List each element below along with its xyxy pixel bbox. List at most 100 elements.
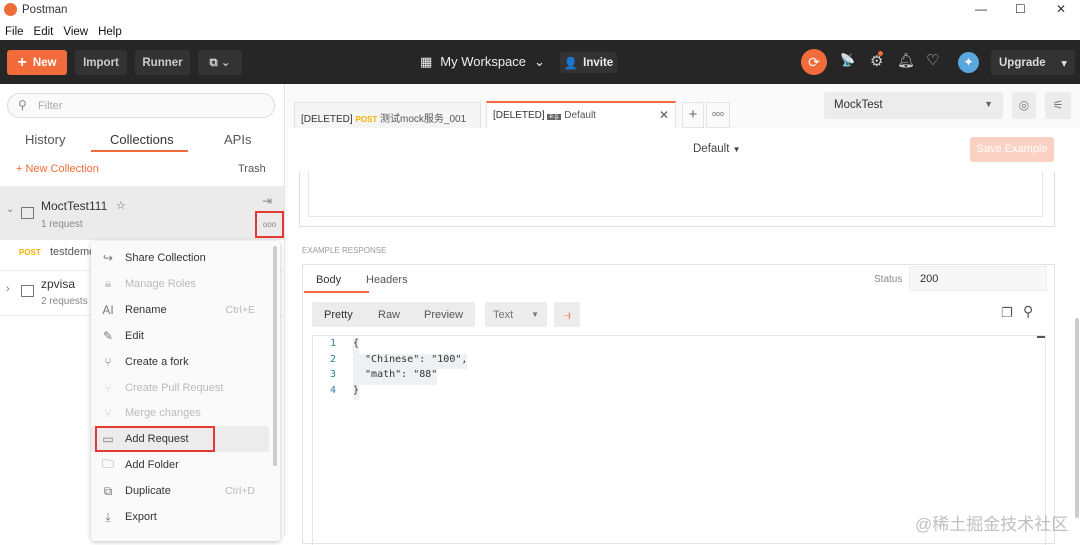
highlight-box (95, 426, 215, 453)
tab-request[interactable]: [DELETED] POST 测试mock服务_001 (294, 102, 481, 128)
menu-item-duplicate[interactable]: ⧉ Duplicate Ctrl+D (91, 478, 271, 504)
menu-file[interactable]: File (0, 20, 29, 40)
fork-icon: ⑂ (104, 354, 112, 369)
menu-item-create-pull-request: ⑂ Create Pull Request (91, 375, 271, 401)
request-body-editor[interactable] (308, 172, 1043, 217)
main-scrollbar[interactable] (1075, 318, 1079, 518)
new-button[interactable]: + New (7, 50, 67, 75)
menu-item-export[interactable]: ⤓ Export (91, 504, 271, 530)
close-button[interactable]: ✕ (1056, 2, 1066, 16)
minimize-button[interactable]: — (975, 2, 987, 16)
tab-example-active[interactable]: [DELETED] e.g. Default ✕ (486, 101, 676, 129)
line-number: 1 (329, 338, 337, 349)
share-icon: ↪ (102, 251, 114, 265)
sync-icon[interactable]: ⟳ (801, 49, 827, 75)
search-icon[interactable]: ⚲ (1023, 303, 1033, 320)
example-response-label: EXAMPLE RESPONSE (302, 246, 387, 255)
new-window-button[interactable]: ⧉ ⌄ (198, 50, 242, 75)
status-input[interactable]: 200 (909, 266, 1047, 291)
caret-down-icon: ▼ (984, 99, 993, 109)
new-tab-button[interactable]: + (682, 102, 704, 128)
menu-item-edit[interactable]: ✎ Edit (91, 323, 271, 349)
menu-bar: File Edit View Help (0, 20, 1080, 40)
code-line: 3 "math": "88" (313, 369, 1045, 385)
title-bar: Postman — ☐ ✕ (0, 0, 1080, 20)
duplicate-icon: ⧉ (103, 483, 113, 498)
environment-select[interactable]: MockTest ▼ (824, 92, 1003, 119)
menu-item-share-collection[interactable]: ↪ Share Collection (91, 245, 271, 271)
tab-options-button[interactable]: ooo (706, 102, 730, 128)
plus-icon: + (17, 53, 27, 71)
menu-item-rename[interactable]: AI Rename Ctrl+E (91, 297, 271, 323)
tab-body[interactable]: Body (316, 274, 341, 286)
maximize-button[interactable]: ☐ (1015, 2, 1026, 16)
format-select[interactable]: Text ▼ (485, 302, 547, 327)
environment-quick-look-button[interactable]: ◎ (1012, 92, 1036, 119)
active-tab-indicator (91, 150, 188, 152)
line-number: 4 (329, 384, 337, 396)
heart-icon[interactable]: ♡ (926, 51, 939, 69)
code-line: 4} (313, 384, 1045, 400)
collection-item[interactable]: ⌄ MoctTest111 ☆ 1 request ⇥ (0, 186, 284, 240)
menu-item-add-request[interactable]: ▭ Add Request (91, 426, 269, 453)
copy-icon[interactable]: ❐ (1001, 305, 1013, 321)
main-panel: [DELETED] POST 测试mock服务_001 [DELETED] e.… (285, 84, 1080, 545)
caret-down-icon: ▼ (531, 310, 539, 319)
menu-view[interactable]: View (58, 20, 93, 40)
collection-folder-icon (21, 207, 34, 219)
response-panel: Body Headers Status 200 Pretty Raw Previ… (302, 264, 1055, 545)
close-tab-icon[interactable]: ✕ (659, 108, 669, 122)
editor-scrollbar[interactable] (1037, 336, 1045, 338)
pull-request-icon: ⑂ (104, 380, 112, 395)
example-name-dropdown[interactable]: Default ▼ (693, 143, 741, 155)
chevron-down-icon: ⌄ (534, 54, 545, 69)
mode-raw[interactable]: Raw (378, 309, 400, 321)
lock-icon: 🔒︎ (104, 276, 112, 291)
caret-down-icon: ▾ (1061, 57, 1067, 70)
status-label: Status (874, 274, 903, 285)
star-icon[interactable]: ☆ (116, 199, 126, 212)
wrap-lines-button[interactable]: ⥽ (554, 302, 580, 327)
menu-item-create-a-fork[interactable]: ⑂ Create a fork (91, 349, 271, 375)
example-badge-icon: e.g. (547, 114, 562, 120)
tab-history[interactable]: History (25, 132, 65, 147)
runner-button[interactable]: Runner (135, 50, 190, 75)
manage-environments-button[interactable]: ⚟ (1045, 92, 1071, 119)
trash-link[interactable]: Trash (238, 163, 266, 175)
header-toolbar: + New Import Runner ⧉ ⌄ ▦ My Workspace ⌄ 👤 I… (0, 40, 1080, 84)
satellite-icon[interactable]: 📡 (840, 53, 855, 67)
chevron-right-icon[interactable]: › (6, 283, 10, 295)
avatar[interactable]: ✦ (958, 52, 979, 73)
filter-input[interactable]: ⚲ Filter (7, 93, 275, 118)
menu-help[interactable]: Help (93, 20, 127, 40)
more-options-button[interactable]: ooo (255, 211, 284, 238)
export-icon: ⤓ (105, 509, 111, 524)
grid-icon: ▦ (420, 54, 433, 69)
watermark: @稀土掘金技术社区 (915, 515, 1069, 534)
tab-collections[interactable]: Collections (110, 132, 174, 147)
mode-preview[interactable]: Preview (424, 309, 463, 321)
postman-logo-icon (4, 3, 17, 16)
bell-icon[interactable]: 🔔︎ (897, 52, 915, 69)
tab-headers[interactable]: Headers (366, 274, 408, 286)
import-button[interactable]: Import (75, 50, 127, 75)
mode-pretty[interactable]: Pretty (324, 309, 353, 321)
workspace-switcher[interactable]: ▦ My Workspace ⌄ (420, 54, 545, 70)
eye-icon: ◎ (1018, 98, 1030, 112)
upgrade-button[interactable]: Upgrade ▾ (991, 50, 1075, 75)
content-area: Default ▼ Save Example EXAMPLE RESPONSE … (288, 128, 1080, 545)
invite-button[interactable]: 👤 Invite (560, 52, 617, 73)
pencil-icon: ✎ (102, 328, 114, 343)
menu-item-merge-changes: ⑂ Merge changes (91, 400, 271, 426)
menu-item-add-folder[interactable]: 🗀 Add Folder (91, 452, 271, 478)
window-title: Postman (22, 4, 68, 16)
menu-item-manage-roles: 🔒︎ Manage Roles (91, 271, 271, 297)
tab-apis[interactable]: APIs (224, 132, 251, 147)
new-collection-button[interactable]: + New Collection (16, 163, 99, 175)
save-example-button[interactable]: Save Example (970, 137, 1054, 162)
collection-context-menu: ↪ Share Collection 🔒︎ Manage Roles AI Rename C… (91, 241, 280, 541)
chevron-down-icon[interactable]: ⌄ (6, 204, 14, 215)
menu-edit[interactable]: Edit (29, 20, 59, 40)
expand-panel-icon[interactable]: ⇥ (262, 194, 272, 208)
menu-scrollbar[interactable] (273, 246, 277, 466)
